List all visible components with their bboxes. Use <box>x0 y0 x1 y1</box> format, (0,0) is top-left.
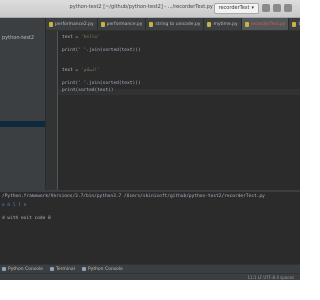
line-gutter <box>46 31 58 190</box>
python-file-icon <box>100 21 105 27</box>
tab-label: performance2.py <box>55 21 94 27</box>
ide-window: python-test2 [~/github/python-test2] - .… <box>0 0 300 280</box>
run-configuration-dropdown[interactable]: recorderTest ▾ <box>213 2 259 14</box>
python-file-icon <box>292 21 297 27</box>
tab-label: mytime.py <box>213 21 238 27</box>
project-sidebar[interactable]: python-test2 <box>0 18 46 190</box>
code-line: text = 'hello' <box>62 35 100 41</box>
editor-tab[interactable]: timeseries.py <box>289 18 300 30</box>
python-file-icon <box>207 21 212 27</box>
python-file-icon <box>149 21 154 27</box>
tool-window-bar: Python Console Terminal Python Console <box>0 264 300 273</box>
code-token: print(' '.join(sorted(text))) <box>62 81 141 87</box>
search-icon[interactable] <box>284 4 292 12</box>
editor-tab[interactable]: performance2.py <box>46 18 98 30</box>
toolbar-right: recorderTest ▾ <box>213 2 292 14</box>
code-token: text = <box>62 68 81 73</box>
code-editor[interactable]: text = 'hello' print(' '.join(sorted(text… <box>58 31 300 190</box>
run-console[interactable]: /Python.framework/Versions/3.7/bin/pytho… <box>0 192 300 264</box>
code-line: print(' '.join(sorted(text))) <box>62 48 141 54</box>
tool-window-label: Terminal <box>55 266 75 272</box>
status-position: 11:1 LF UTF-8 4 spaces <box>247 275 294 280</box>
code-token: print(' '.join(sorted(text))) <box>62 48 141 54</box>
code-line: print(' '.join(sorted(text))) <box>62 81 141 87</box>
tool-window-icon <box>49 267 54 271</box>
project-root-label[interactable]: python-test2 <box>2 35 34 41</box>
tab-label: string to unicode.py <box>155 21 201 27</box>
status-bar: 11:1 LF UTF-8 4 spaces <box>0 273 300 280</box>
console-exit-message: d with exit code 0 <box>2 216 51 221</box>
code-token: text = <box>62 35 81 40</box>
tab-label: recorderTest.py <box>250 21 286 27</box>
debug-icon[interactable] <box>273 4 281 12</box>
python-file-icon <box>244 21 249 27</box>
run-config-label: recorderTest <box>218 5 250 11</box>
tab-label: performance.py <box>106 21 143 27</box>
tab-label: timeseries.py <box>298 22 300 27</box>
editor-tab[interactable]: mytime.py <box>204 18 242 30</box>
tool-window-button[interactable]: Python Console <box>81 266 123 272</box>
console-command: /Python.framework/Versions/3.7/bin/pytho… <box>2 194 265 199</box>
editor-tab[interactable]: performance.py <box>98 18 147 30</box>
run-icon[interactable] <box>262 4 270 12</box>
editor-tab[interactable]: recorderTest.py <box>241 18 290 30</box>
tool-window-button[interactable]: Terminal <box>49 266 75 272</box>
editor-tabs: performance2.py performance.py string to u… <box>46 18 300 31</box>
string-literal: 'السلام' <box>80 68 100 73</box>
tool-window-button[interactable]: Python Console <box>2 267 43 272</box>
code-line: text = 'السلام' <box>62 68 100 74</box>
tool-window-label: Python Console <box>87 266 123 272</box>
selected-tree-item[interactable] <box>0 121 45 127</box>
chevron-down-icon: ▾ <box>251 5 254 11</box>
tool-window-icon <box>2 267 6 271</box>
editor-tab[interactable]: string to unicode.py <box>146 18 205 30</box>
string-literal: 'hello' <box>80 35 100 40</box>
code-token: print(sorted(text)) <box>62 87 114 93</box>
code-line: print(sorted(text)) <box>62 88 113 94</box>
tool-window-label: Python Console <box>8 266 43 272</box>
title-bar: python-test2 [~/github/python-test2] - .… <box>0 0 300 18</box>
python-file-icon <box>49 21 53 27</box>
tool-window-icon <box>81 267 86 271</box>
console-output: e h l l o <box>2 203 27 208</box>
